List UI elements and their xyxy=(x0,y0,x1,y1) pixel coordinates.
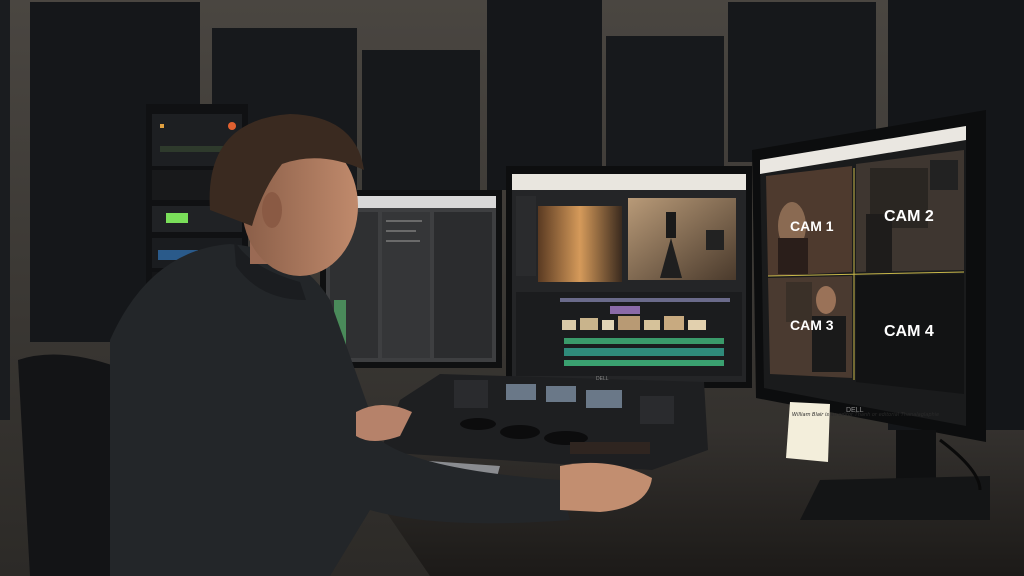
cam-1-label: CAM 1 xyxy=(790,218,834,234)
sticky-note-text: William Blair is an editor Thanh or edit… xyxy=(792,412,939,418)
editing-suite-scene: CAM 1 CAM 2 CAM 3 CAM 4 DELL William Bla… xyxy=(0,0,1024,576)
center-monitor xyxy=(506,166,752,388)
source-viewer xyxy=(538,206,622,282)
scene-illustration: CAM 1 CAM 2 CAM 3 CAM 4 DELL William Bla… xyxy=(0,0,1024,576)
cam-4-label: CAM 4 xyxy=(884,323,934,340)
control-surface-brand: DELL xyxy=(596,376,609,382)
cam-3-label: CAM 3 xyxy=(790,317,834,333)
cam-2-label: CAM 2 xyxy=(884,208,934,225)
